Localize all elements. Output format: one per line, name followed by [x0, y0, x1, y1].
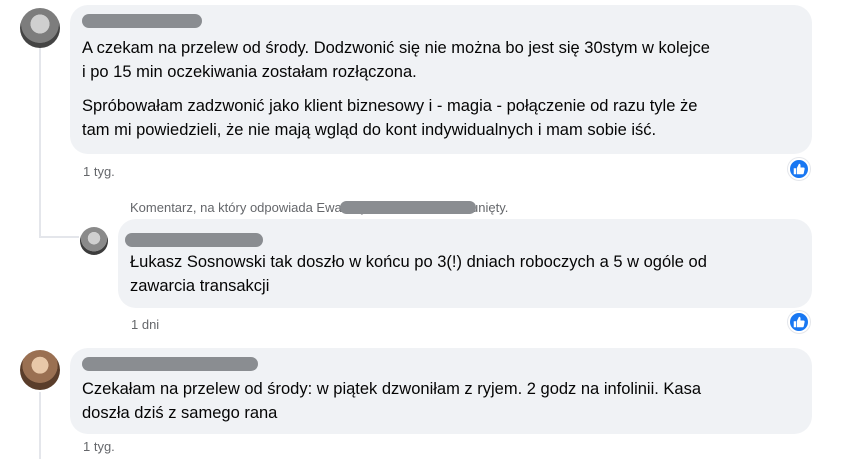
comment-time[interactable]: 1 tyg. [83, 439, 115, 454]
avatar[interactable] [20, 350, 60, 390]
author-name[interactable] [125, 233, 263, 247]
author-name[interactable] [82, 357, 258, 371]
comment-line: zawarcia transakcji [130, 277, 270, 295]
thread-line [39, 48, 41, 238]
comment-text: Czekałam na przelew od środy: w piątek d… [82, 377, 802, 425]
comment-time[interactable]: 1 tyg. [83, 164, 115, 179]
comment-time[interactable]: 1 dni [131, 317, 159, 332]
avatar[interactable] [20, 8, 60, 48]
comment-line: i po 15 min oczekiwania zostałam rozłącz… [82, 63, 417, 81]
comment-text: Łukasz Sosnowski tak doszło w końcu po 3… [130, 250, 802, 298]
comment-line: Łukasz Sosnowski tak doszło w końcu po 3… [130, 253, 707, 271]
author-name[interactable] [82, 14, 202, 28]
like-icon[interactable] [788, 158, 810, 180]
thread-connector [39, 236, 79, 238]
like-icon[interactable] [788, 311, 810, 333]
comment-text: A czekam na przelew od środy. Dodzwonić … [82, 36, 802, 142]
redaction-bar [340, 201, 476, 214]
comment-line: A czekam na przelew od środy. Dodzwonić … [82, 39, 710, 57]
comment-line: doszła dziś z samego rana [82, 404, 278, 422]
comment-line: tam mi powiedzieli, że nie mają wgląd do… [82, 121, 657, 139]
comment-line: Spróbowałam zadzwonić jako klient biznes… [82, 97, 698, 115]
thread-line [39, 392, 41, 459]
avatar[interactable] [80, 227, 108, 255]
comment-line: Czekałam na przelew od środy: w piątek d… [82, 380, 702, 398]
